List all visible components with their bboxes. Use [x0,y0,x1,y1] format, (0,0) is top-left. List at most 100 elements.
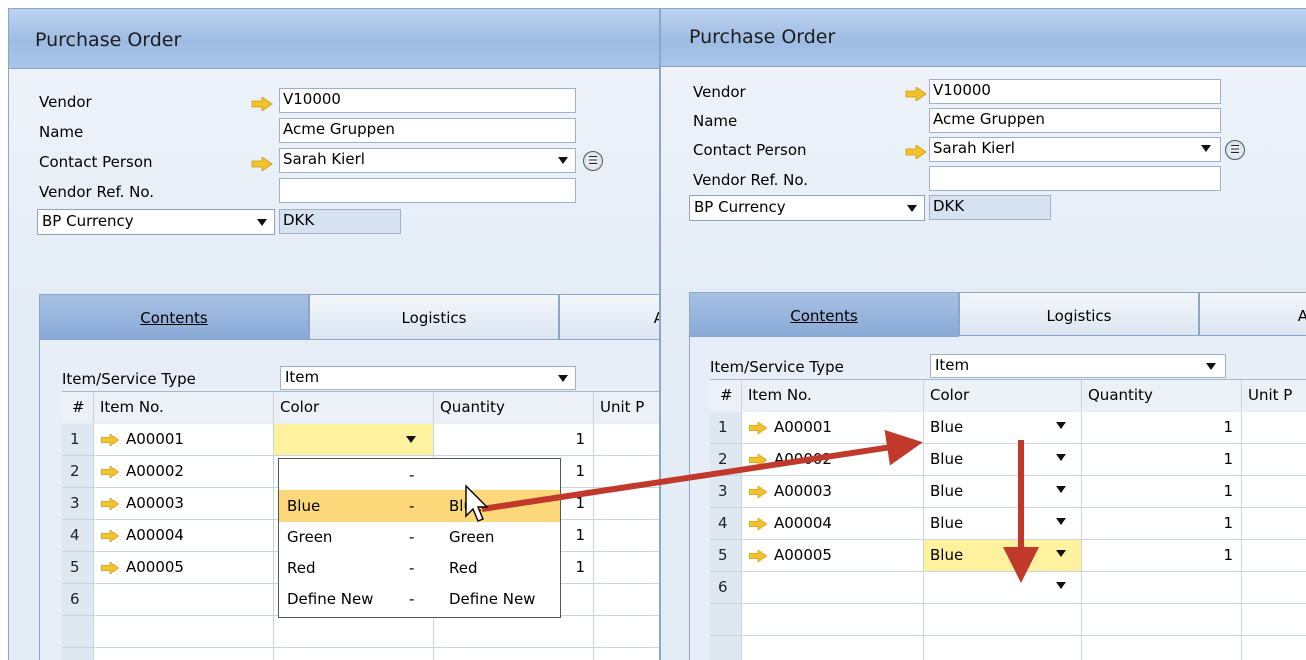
table-row[interactable] [62,648,659,660]
dropdown-option[interactable]: Green - Green [279,521,560,553]
link-arrow-icon[interactable] [748,486,768,498]
item-no-cell[interactable] [94,584,274,615]
quantity-cell[interactable] [1082,572,1242,603]
quantity-cell[interactable] [434,616,594,647]
unit-price-cell[interactable] [594,424,659,455]
chevron-down-icon[interactable] [257,219,267,226]
table-row[interactable]: 5 A00005 Blue 1 [710,540,1306,572]
table-row[interactable] [710,636,1306,660]
item-service-type-select[interactable]: Item [280,366,576,390]
item-no-cell[interactable]: A00003 [94,488,274,519]
unit-price-cell[interactable] [1242,476,1306,507]
color-cell[interactable] [274,648,434,660]
item-no-cell[interactable]: A00001 [742,412,924,443]
item-no-cell[interactable]: A00003 [742,476,924,507]
unit-price-cell[interactable] [1242,508,1306,539]
chevron-down-icon[interactable] [1201,145,1211,152]
name-field[interactable]: Acme Gruppen [929,108,1221,133]
link-arrow-icon[interactable] [100,466,120,478]
chevron-down-icon[interactable] [1056,486,1066,493]
item-no-cell[interactable] [742,572,924,603]
unit-price-cell[interactable] [594,520,659,551]
dropdown-option[interactable]: Define New - Define New [279,583,560,615]
table-row[interactable]: 6 [710,572,1306,604]
table-row[interactable] [710,604,1306,636]
table-row[interactable] [62,616,659,648]
unit-price-cell[interactable] [594,616,659,647]
unit-price-cell[interactable] [1242,412,1306,443]
vendor-field[interactable]: V10000 [279,88,576,113]
col-header-item-no[interactable]: Item No. [742,380,924,411]
chevron-down-icon[interactable] [907,205,917,212]
vendor-ref-field[interactable] [279,178,576,203]
item-no-cell[interactable]: A00004 [94,520,274,551]
link-arrow-icon[interactable] [748,550,768,562]
tab-accounting[interactable]: A [559,294,659,339]
table-row[interactable]: 4 A00004 Blue 1 [710,508,1306,540]
quantity-cell[interactable]: 1 [1082,508,1242,539]
table-row[interactable]: 2 A00002 Blue 1 [710,444,1306,476]
vendor-ref-field[interactable] [929,166,1221,191]
chevron-down-icon[interactable] [406,436,416,443]
item-no-cell[interactable] [742,636,924,660]
table-row[interactable]: 3 A00003 Blue 1 [710,476,1306,508]
table-row[interactable]: 1 A00001 Blue 1 [710,412,1306,444]
dropdown-option[interactable]: - [279,459,560,491]
col-header-quantity[interactable]: Quantity [1082,380,1242,411]
contact-person-field[interactable]: Sarah Kierl [279,148,576,173]
link-arrow-icon[interactable] [251,97,273,111]
item-no-cell[interactable]: A00005 [742,540,924,571]
quantity-cell[interactable]: 1 [434,424,594,455]
contact-list-icon[interactable]: ☰ [1225,140,1245,160]
chevron-down-icon[interactable] [558,157,568,164]
link-arrow-icon[interactable] [251,157,273,171]
color-cell[interactable] [274,616,434,647]
name-field[interactable]: Acme Gruppen [279,118,576,143]
unit-price-cell[interactable] [594,648,659,660]
quantity-cell[interactable]: 1 [1082,444,1242,475]
unit-price-cell[interactable] [594,552,659,583]
color-cell[interactable] [924,604,1082,635]
link-arrow-icon[interactable] [905,87,927,101]
contact-list-icon[interactable]: ☰ [583,151,603,171]
link-arrow-icon[interactable] [748,454,768,466]
item-no-cell[interactable] [94,616,274,647]
link-arrow-icon[interactable] [100,562,120,574]
item-no-cell[interactable]: A00001 [94,424,274,455]
chevron-down-icon[interactable] [558,375,568,382]
col-header-unit-price[interactable]: Unit P [1242,380,1306,411]
item-no-cell[interactable]: A00004 [742,508,924,539]
currency-select[interactable]: BP Currency [689,195,925,221]
quantity-cell[interactable] [1082,636,1242,660]
item-no-cell[interactable] [742,604,924,635]
chevron-down-icon[interactable] [1056,550,1066,557]
unit-price-cell[interactable] [1242,604,1306,635]
item-no-cell[interactable] [94,648,274,660]
col-header-color[interactable]: Color [924,380,1082,411]
quantity-cell[interactable]: 1 [1082,476,1242,507]
col-header-unit-price[interactable]: Unit P [594,392,659,423]
unit-price-cell[interactable] [594,456,659,487]
contact-person-field[interactable]: Sarah Kierl [929,137,1221,162]
chevron-down-icon[interactable] [1056,518,1066,525]
color-cell[interactable] [924,636,1082,660]
chevron-down-icon[interactable] [1206,363,1216,370]
chevron-down-icon[interactable] [1056,454,1066,461]
chevron-down-icon[interactable] [1056,422,1066,429]
tab-contents[interactable]: Contents [39,294,309,339]
link-arrow-icon[interactable] [100,434,120,446]
item-no-cell[interactable]: A00002 [742,444,924,475]
dropdown-option[interactable]: Red - Red [279,552,560,584]
tab-logistics[interactable]: Logistics [959,292,1199,337]
unit-price-cell[interactable] [1242,572,1306,603]
quantity-cell[interactable]: 1 [1082,540,1242,571]
quantity-cell[interactable] [434,648,594,660]
link-arrow-icon[interactable] [748,518,768,530]
dropdown-option[interactable]: Blue - Blue [279,490,560,522]
link-arrow-icon[interactable] [100,498,120,510]
item-no-cell[interactable]: A00002 [94,456,274,487]
vendor-field[interactable]: V10000 [929,79,1221,104]
col-header-color[interactable]: Color [274,392,434,423]
col-header-item-no[interactable]: Item No. [94,392,274,423]
unit-price-cell[interactable] [1242,444,1306,475]
